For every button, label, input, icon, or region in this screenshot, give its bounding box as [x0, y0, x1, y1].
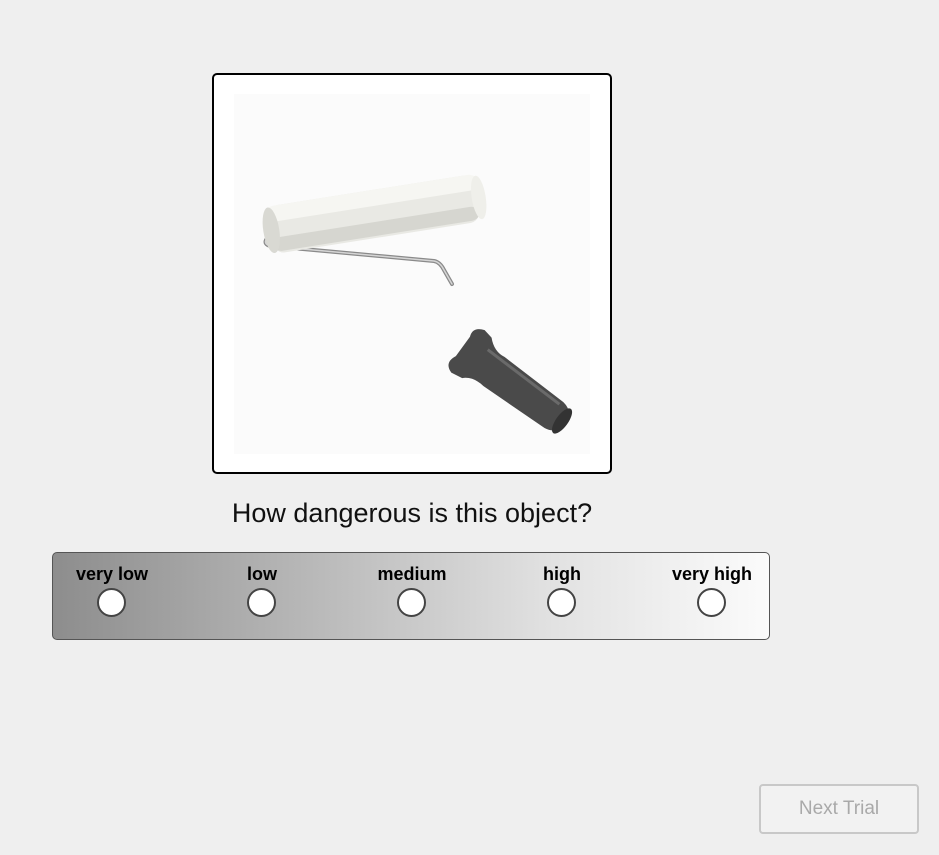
rating-option-label: low: [247, 564, 277, 584]
question-text: How dangerous is this object?: [231, 498, 593, 528]
next-trial-button[interactable]: Next Trial: [759, 784, 919, 834]
rating-option-label: high: [543, 564, 581, 584]
rating-option-very-low[interactable]: very low: [47, 553, 177, 641]
rating-option-label: very low: [75, 564, 149, 584]
rating-option-medium[interactable]: medium: [347, 553, 477, 641]
radio-very-high[interactable]: [697, 588, 726, 617]
radio-high[interactable]: [547, 588, 576, 617]
stimulus-image: [234, 94, 590, 454]
rating-option-label: very high: [671, 564, 753, 584]
rating-option-low[interactable]: low: [197, 553, 327, 641]
radio-medium[interactable]: [397, 588, 426, 617]
radio-low[interactable]: [247, 588, 276, 617]
stimulus-image-frame: [212, 73, 612, 474]
radio-very-low[interactable]: [97, 588, 126, 617]
paint-roller-image: [262, 174, 573, 434]
rating-option-high[interactable]: high: [497, 553, 627, 641]
rating-option-very-high[interactable]: very high: [647, 553, 777, 641]
rating-option-label: medium: [377, 564, 447, 584]
rating-scale: very low low medium high very high: [52, 552, 770, 640]
